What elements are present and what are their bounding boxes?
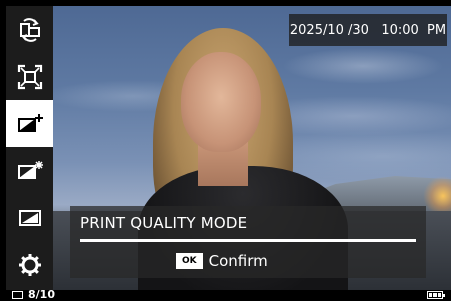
dialog-divider xyxy=(80,239,416,242)
subject-face xyxy=(181,52,261,152)
datetime-display: 2025/10 /30 10:00 PM xyxy=(289,14,447,46)
status-bar: 8/10 xyxy=(6,288,451,301)
sunlight-glow xyxy=(423,176,451,216)
dialog-title: PRINT QUALITY MODE xyxy=(80,214,248,232)
rotate-icon xyxy=(19,17,40,42)
print-quality-dialog: PRINT QUALITY MODE OK Confirm xyxy=(70,206,426,278)
print-quality-icon xyxy=(17,113,43,132)
sidebar-item-crop[interactable] xyxy=(6,53,53,100)
sidebar-menu xyxy=(6,6,53,290)
sidebar-item-settings[interactable] xyxy=(6,241,53,288)
crop-frame-icon xyxy=(17,64,42,89)
frame-border-icon xyxy=(18,209,41,226)
frame-count-text: 8/10 xyxy=(28,288,55,301)
battery-icon xyxy=(427,291,445,299)
frame-count-icon xyxy=(12,290,23,299)
sidebar-item-rotate[interactable] xyxy=(6,6,53,53)
sidebar-item-enhance[interactable] xyxy=(6,147,53,194)
image-enhance-icon xyxy=(17,160,43,179)
confirm-button[interactable]: OK Confirm xyxy=(176,250,268,272)
sidebar-item-frame[interactable] xyxy=(6,194,53,241)
ok-button-icon: OK xyxy=(176,253,203,269)
frame-counter: 8/10 xyxy=(12,288,55,301)
camera-screen: 2025/10 /30 10:00 PM PRINT QUALITY MODE … xyxy=(0,0,451,301)
sidebar-item-print-quality[interactable] xyxy=(6,100,53,147)
confirm-label: Confirm xyxy=(208,252,268,270)
gear-icon xyxy=(18,253,41,276)
